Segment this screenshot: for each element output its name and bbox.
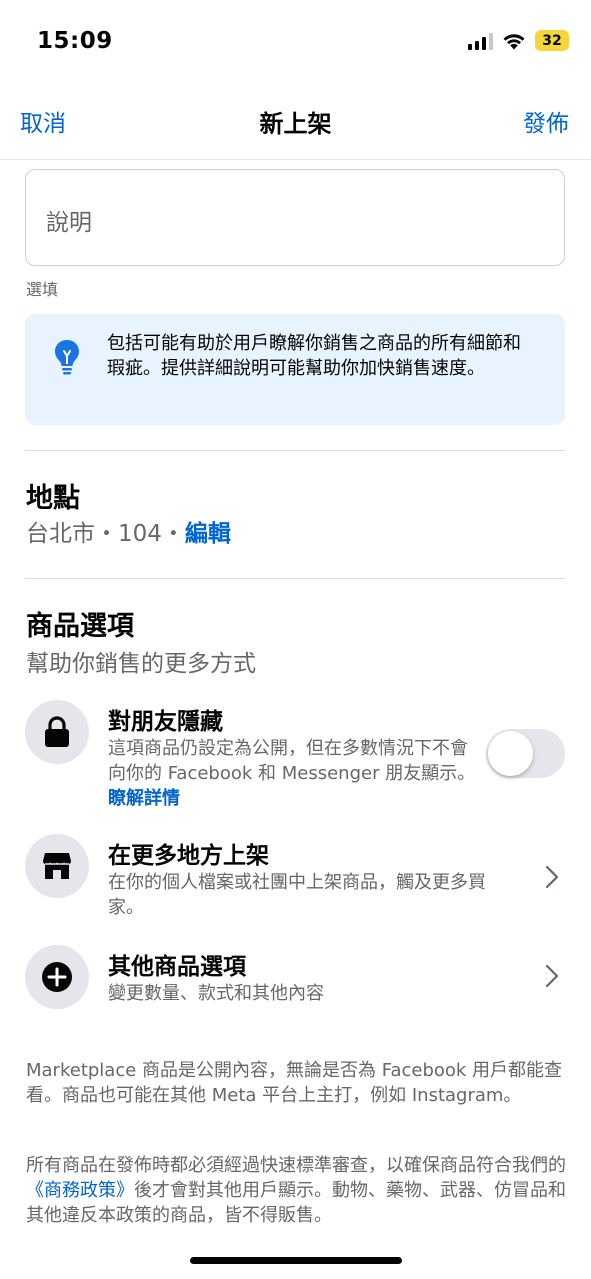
publish-button[interactable]: 發佈 [523, 104, 569, 138]
divider [25, 578, 565, 579]
lightbulb-icon [55, 340, 79, 375]
plus-icon-circle [25, 945, 89, 1009]
cancel-button[interactable]: 取消 [20, 104, 66, 138]
product-options-subtitle: 幫助你銷售的更多方式 [26, 651, 256, 677]
battery-icon: 32 [535, 30, 569, 51]
signal-icon [468, 32, 493, 50]
nav-bar: 取消 新上架 發佈 [0, 86, 591, 160]
more-product-options-description: 變更數量、款式和其他內容 [108, 983, 324, 1004]
more-product-options-title: 其他商品選項 [108, 954, 246, 980]
status-time: 15:09 [37, 28, 113, 54]
chevron-right-icon [545, 964, 559, 988]
product-options-title: 商品選項 [26, 611, 134, 642]
new-listing-screen: 15:09 32 取消 新上架 發佈 說明 選填 包括可能有助於用戶瞭解你銷售之… [0, 0, 591, 1279]
marketplace-public-notice: Marketplace 商品是公開內容，無論是否為 Facebook 用戶都能查… [26, 1060, 563, 1106]
review-policy-notice: 所有商品在發佈時都必須經過快速標準審查，以確保商品符合我們的《商務政策》後才會對… [26, 1155, 566, 1226]
home-indicator [190, 1257, 402, 1264]
divider [25, 450, 565, 451]
plus-icon [42, 962, 72, 992]
list-in-more-places-description: 在你的個人檔案或社團中上架商品，觸及更多買家。 [108, 872, 486, 918]
hide-from-friends-title: 對朋友隱藏 [108, 709, 223, 735]
tip-box: 包括可能有助於用戶瞭解你銷售之商品的所有細節和瑕疵。提供詳細說明可能幫助你加快銷… [25, 314, 565, 425]
status-icons: 32 [468, 30, 569, 51]
more-product-options-option[interactable]: 其他商品選項 變更數量、款式和其他內容 [0, 945, 591, 1009]
lock-icon [45, 716, 69, 747]
tip-text: 包括可能有助於用戶瞭解你銷售之商品的所有細節和瑕疵。提供詳細說明可能幫助你加快銷… [107, 333, 521, 379]
wifi-icon [503, 33, 525, 49]
commerce-policy-link[interactable]: 《商務政策》 [26, 1180, 134, 1201]
list-in-more-places-option[interactable]: 在更多地方上架 在你的個人檔案或社團中上架商品，觸及更多買家。 [0, 834, 591, 924]
location-value: 台北市・104・ [26, 521, 185, 547]
location-line: 台北市・104・編輯 [26, 514, 231, 548]
toggle-knob [488, 731, 533, 776]
page-title: 新上架 [259, 110, 332, 138]
lock-icon-circle [25, 700, 89, 764]
chevron-right-icon [545, 865, 559, 889]
learn-more-link[interactable]: 瞭解詳情 [108, 788, 180, 809]
location-title: 地點 [26, 483, 80, 514]
description-optional-hint: 選填 [26, 280, 59, 299]
storefront-icon-circle [25, 834, 89, 898]
list-in-more-places-title: 在更多地方上架 [108, 843, 269, 869]
status-bar: 15:09 32 [0, 0, 591, 86]
storefront-icon [43, 853, 71, 879]
description-input[interactable]: 說明 [25, 169, 565, 266]
edit-location-link[interactable]: 編輯 [185, 521, 231, 547]
hide-from-friends-description: 這項商品仍設定為公開，但在多數情況下不會向你的 Facebook 和 Messe… [108, 738, 476, 809]
hide-from-friends-toggle[interactable] [486, 729, 565, 778]
